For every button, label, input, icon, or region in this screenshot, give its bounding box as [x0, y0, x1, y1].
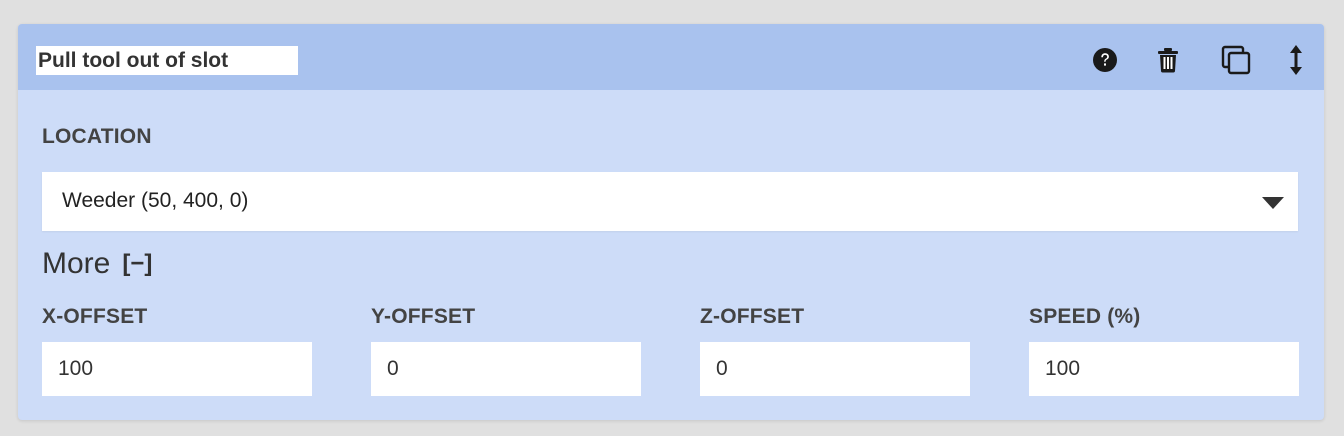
location-dropdown[interactable]: Weeder (50, 400, 0) — [42, 172, 1298, 231]
speed-input[interactable] — [1029, 342, 1299, 396]
collapse-icon: [−] — [122, 250, 153, 277]
step-name-input[interactable] — [36, 46, 298, 75]
y-offset-input[interactable] — [371, 342, 641, 396]
more-toggle[interactable]: More [−] — [42, 246, 152, 282]
z-offset-label: Z-OFFSET — [700, 305, 805, 328]
y-offset-label: Y-OFFSET — [371, 305, 476, 328]
z-offset-input[interactable] — [700, 342, 970, 396]
x-offset-input[interactable] — [42, 342, 312, 396]
speed-label: SPEED (%) — [1029, 305, 1141, 328]
card-header — [18, 24, 1324, 90]
location-selected-value: Weeder (50, 400, 0) — [62, 189, 249, 212]
location-label: LOCATION — [42, 125, 152, 148]
question-circle-icon[interactable] — [1091, 46, 1119, 74]
vertical-arrows-icon[interactable] — [1282, 45, 1310, 75]
caret-down-icon — [1262, 196, 1284, 214]
copy-icon[interactable] — [1221, 45, 1251, 75]
more-label: More — [42, 247, 111, 280]
trash-icon[interactable] — [1154, 46, 1182, 74]
move-step-card: LOCATION Weeder (50, 400, 0) More [−] X-… — [18, 24, 1324, 420]
x-offset-label: X-OFFSET — [42, 305, 148, 328]
